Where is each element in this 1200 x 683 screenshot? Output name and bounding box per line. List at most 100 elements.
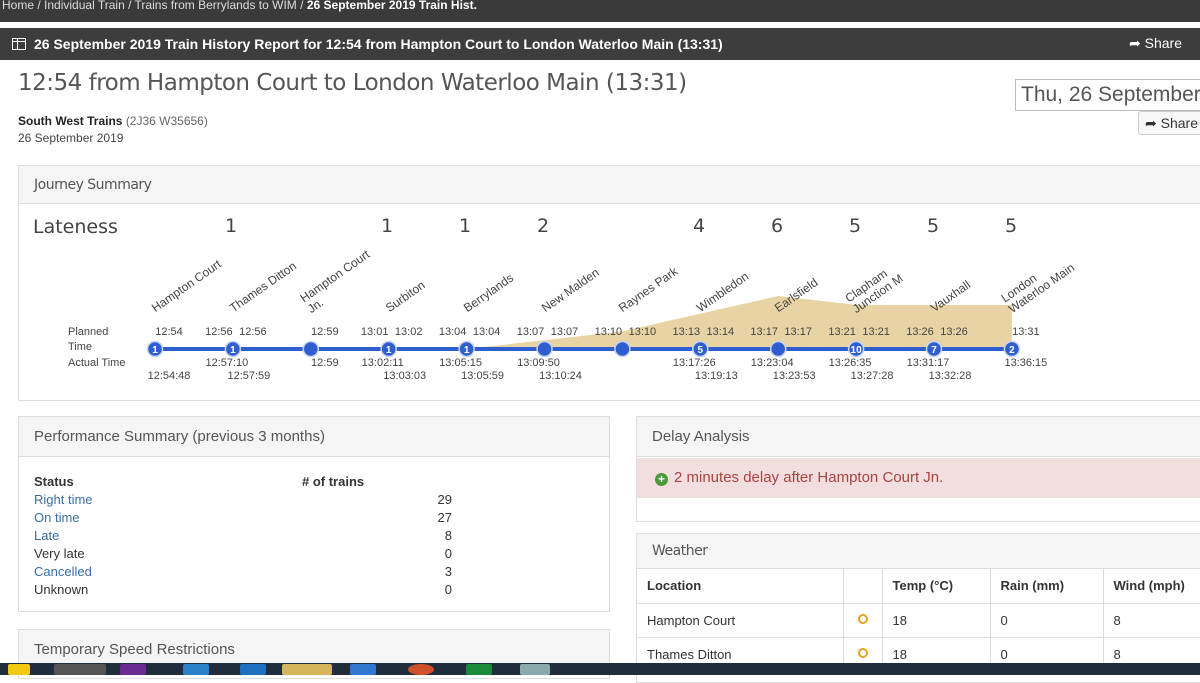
start-icon[interactable] (8, 664, 30, 675)
marker-label: 1 (152, 345, 158, 356)
performance-row: Cancelled 3 (34, 562, 452, 580)
lateness-value: 5 (1004, 215, 1018, 237)
journey-summary-panel: Journey Summary Lateness Planned Time Ac… (18, 165, 1200, 401)
operator-info: South West Trains (2J36 W35656) (18, 114, 208, 128)
status-very-late: Very late (34, 545, 85, 561)
actual-time: 13:36:15 (1004, 357, 1048, 369)
performance-table: Status # of trains Right time 29 On time 27… (34, 472, 452, 598)
report-title-bar: 26 September 2019 Train History Report f… (0, 28, 1200, 60)
taskbar (0, 663, 1200, 675)
taskbar-app-chrome[interactable] (54, 664, 106, 675)
taskbar-app-media[interactable] (350, 664, 376, 675)
actual-arrival: 12:57:10 (205, 357, 249, 369)
weather-table: Location Temp (°C) Rain (mm) Wind (mph) … (637, 569, 1200, 671)
actual-time: 12:54:48 (147, 370, 191, 382)
planned-arrival: 13:10 (594, 326, 623, 338)
performance-row: On time 27 (34, 508, 452, 526)
planned-arrival: 13:04 (438, 326, 467, 338)
operator-name: South West Trains (18, 114, 123, 128)
planned-departure: 13:02 (394, 326, 423, 338)
share-icon: ➦ (1129, 35, 1141, 51)
status-header: Status (34, 473, 74, 489)
taskbar-app-word[interactable] (183, 664, 209, 675)
planned-departure: 13:04 (472, 326, 501, 338)
weather-panel: Weather Location Temp (°C) Rain (mm) Win… (636, 533, 1200, 683)
share-link[interactable]: ➦ Share (1129, 35, 1182, 52)
status-count: 3 (444, 563, 452, 579)
lateness-value: 1 (224, 215, 238, 237)
taskbar-app-other[interactable] (520, 664, 550, 675)
status-count: 27 (437, 509, 452, 525)
performance-row: Very late 0 (34, 544, 452, 562)
marker-label: 1 (230, 345, 236, 356)
breadcrumb-item-individual-train[interactable]: Individual Train (44, 0, 125, 12)
planned-departure: 13:26 (940, 326, 968, 338)
sun-icon (852, 606, 872, 630)
share-icon: ➦ (1145, 115, 1157, 131)
planned-departure: 13:10 (628, 326, 657, 338)
delay-analysis-panel: Delay Analysis +2 minutes delay after Ha… (636, 416, 1200, 522)
station-marker[interactable] (614, 340, 631, 358)
breadcrumb-current: 26 September 2019 Train Hist. (306, 0, 477, 12)
planned-arrival: 13:17 (750, 326, 778, 338)
breadcrumb: Home / Individual Train / Trains from Be… (0, 0, 1200, 22)
actual-arrival: 13:02:11 (361, 357, 404, 369)
date-picker[interactable]: Thu, 26 September (1015, 79, 1200, 111)
share-button[interactable]: ➦ Share (1138, 111, 1200, 135)
breadcrumb-item-home[interactable]: Home (2, 0, 34, 12)
performance-summary-panel: Performance Summary (previous 3 months) … (18, 416, 610, 612)
planned-arrival: 13:01 (360, 326, 389, 338)
planned-time: 13:31 (1012, 326, 1040, 338)
planned-arrival: 12:56 (205, 326, 233, 338)
planned-arrival: 13:07 (516, 326, 545, 338)
page-title: 12:54 from Hampton Court to London Water… (18, 70, 687, 96)
performance-summary-heading: Performance Summary (previous 3 months) (19, 417, 609, 457)
planned-departure: 13:14 (706, 326, 735, 338)
station-marker[interactable] (769, 340, 787, 358)
marker-label: 7 (931, 345, 937, 356)
lateness-value: 5 (848, 215, 862, 237)
marker-label: 2 (1009, 345, 1015, 356)
actual-arrival: 13:26:35 (828, 357, 872, 369)
marker-label: 1 (464, 345, 470, 356)
train-code: (2J36 W35656) (125, 114, 208, 128)
weather-col-wind: Wind (mph) (1102, 569, 1200, 603)
taskbar-app-excel[interactable] (466, 664, 492, 675)
station-marker[interactable] (302, 340, 320, 358)
status-on-time-link[interactable]: On time (34, 510, 80, 525)
delay-message: 2 minutes delay after Hampton Court Jn. (674, 469, 944, 486)
status-right-time-link[interactable]: Right time (34, 492, 93, 507)
actual-departure: 13:10:24 (539, 370, 582, 382)
taskbar-app-outlook[interactable] (240, 664, 266, 675)
planned-time: 12:54 (155, 326, 183, 338)
lateness-value: 1 (380, 215, 394, 237)
taskbar-app-firefox[interactable] (408, 664, 434, 675)
marker-label: 5 (698, 345, 704, 356)
performance-row: Unknown 0 (34, 580, 452, 598)
planned-time: 12:59 (311, 326, 339, 338)
planned-departure: 13:21 (862, 326, 890, 338)
weather-col-icon (842, 569, 882, 603)
status-count: 8 (444, 527, 452, 543)
weather-temp: 18 (881, 602, 990, 637)
actual-arrival: 13:17:26 (672, 357, 716, 369)
planned-departure: 12:56 (239, 326, 267, 338)
actual-departure: 12:57:59 (227, 370, 271, 382)
status-unknown: Unknown (34, 581, 89, 597)
taskbar-app-explorer[interactable] (282, 664, 332, 675)
actual-arrival: 13:23:04 (750, 357, 794, 369)
lateness-value: 4 (692, 215, 706, 237)
delay-alert: +2 minutes delay after Hampton Court Jn. (637, 458, 1200, 498)
planned-arrival: 13:21 (828, 326, 856, 338)
actual-departure: 13:23:53 (772, 370, 816, 382)
actual-arrival: 13:31:17 (906, 357, 950, 369)
status-cancelled-link[interactable]: Cancelled (34, 564, 92, 579)
status-late-link[interactable]: Late (34, 528, 59, 543)
taskbar-app-onenote[interactable] (120, 664, 146, 675)
station-marker[interactable] (536, 340, 553, 358)
plus-circle-icon: + (655, 473, 668, 486)
actual-departure: 13:32:28 (928, 370, 972, 382)
actual-departure: 13:27:28 (850, 370, 894, 382)
weather-row: Hampton Court 1808 (637, 602, 1200, 637)
breadcrumb-item-trains[interactable]: Trains from Berrylands to WIM (135, 0, 297, 12)
